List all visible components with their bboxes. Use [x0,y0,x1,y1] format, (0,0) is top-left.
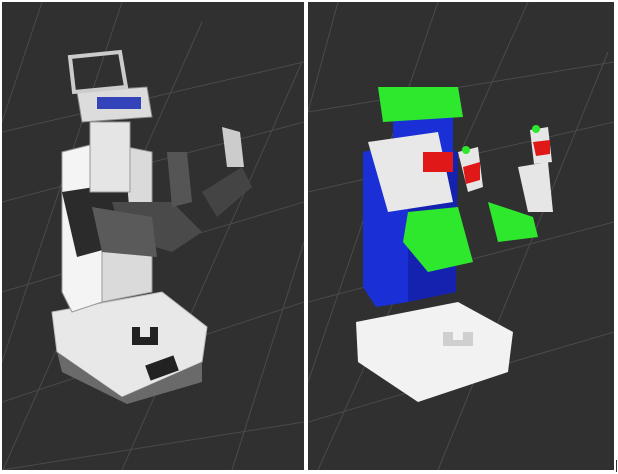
visual-model-viewport[interactable] [2,2,304,470]
collision-model-viewport[interactable] [308,2,614,470]
visual-model-scene [2,2,304,470]
robot-visual-model [51,49,252,404]
robot-collision-model [356,87,553,402]
edge-marker [616,460,617,472]
collision-model-scene [308,2,614,470]
